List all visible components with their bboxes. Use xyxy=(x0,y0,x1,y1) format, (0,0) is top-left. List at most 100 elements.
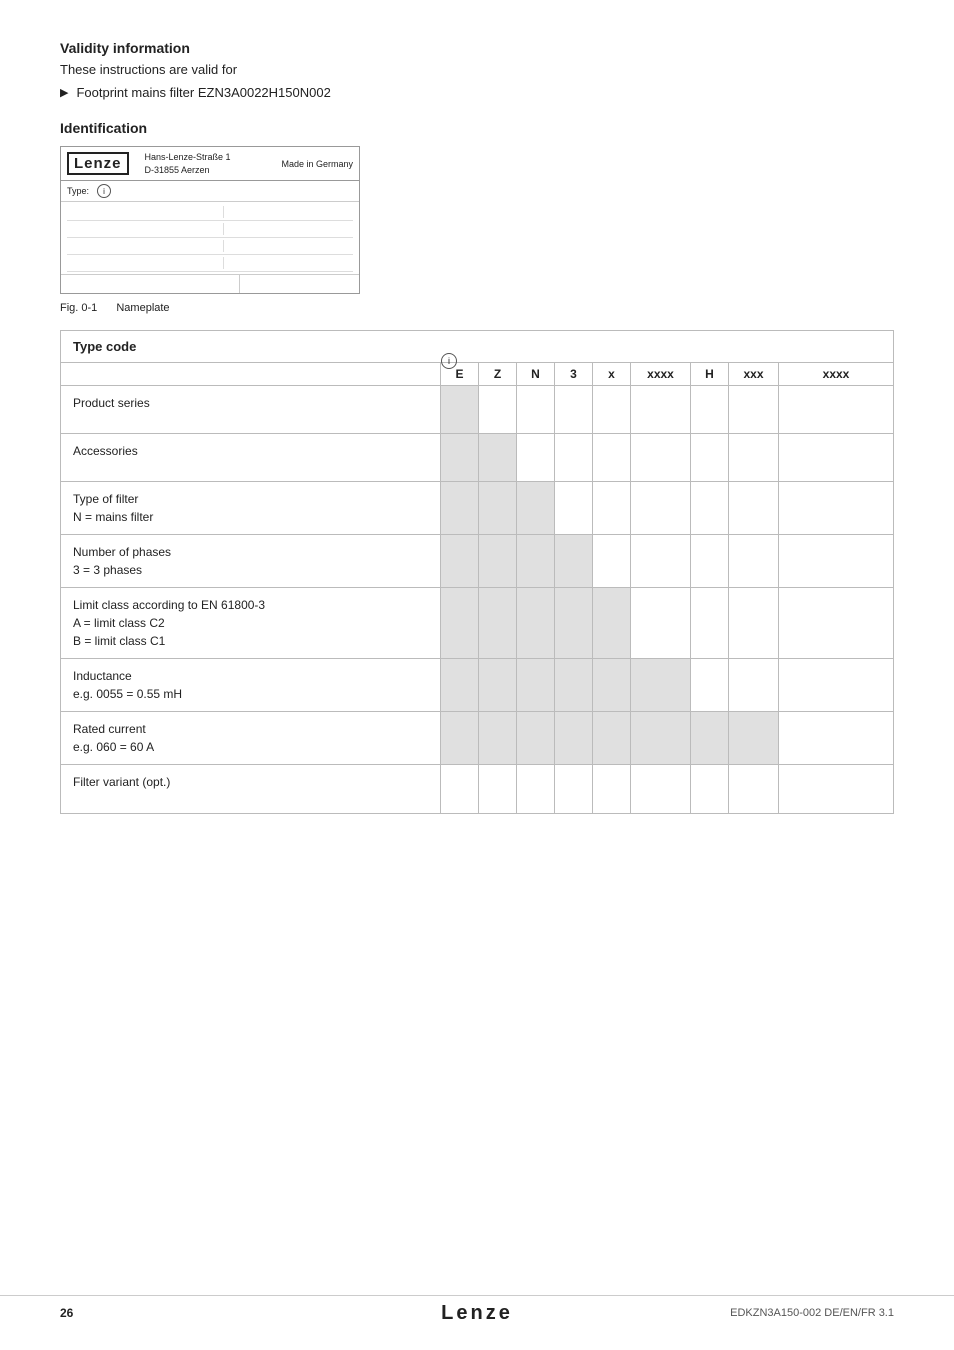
row-product-series: Product series xyxy=(61,386,893,434)
cell-xxxx2-4 xyxy=(779,535,893,587)
col-xxxx1: xxxx xyxy=(631,363,691,385)
cell-xxxx1-6 xyxy=(631,659,691,711)
row-limit-class-cells xyxy=(441,588,893,658)
cell-xxxx2-8 xyxy=(779,765,893,813)
cell-x-3 xyxy=(593,482,631,534)
row-rated-current-label: Rated currente.g. 060 = 60 A xyxy=(61,712,441,764)
nameplate-address: Hans-Lenze-Straße 1 D-31855 Aerzen xyxy=(145,151,231,176)
row-filter-variant-label: Filter variant (opt.) xyxy=(61,765,441,813)
validity-item: Footprint mains filter EZN3A0022H150N002 xyxy=(60,85,894,100)
row-product-series-cells xyxy=(441,386,893,433)
col-xxx: xxx xyxy=(729,363,779,385)
cell-z-2 xyxy=(479,434,517,481)
fig-number: Fig. 0-1 xyxy=(60,302,97,314)
cell-xxx-1 xyxy=(729,386,779,433)
cell-3-4 xyxy=(555,535,593,587)
row-limit-class: Limit class according to EN 61800-3A = l… xyxy=(61,588,893,659)
cell-xxxx2-2 xyxy=(779,434,893,481)
footer: 26 Lenze EDKZN3A150-002 DE/EN/FR 3.1 xyxy=(0,1295,954,1320)
cell-h-1 xyxy=(691,386,729,433)
cell-n-7 xyxy=(517,712,555,764)
cell-3-5 xyxy=(555,588,593,658)
cell-n-4 xyxy=(517,535,555,587)
cell-xxx-7 xyxy=(729,712,779,764)
fig-caption-text: Nameplate xyxy=(116,302,169,314)
cell-n-5 xyxy=(517,588,555,658)
cell-h-8 xyxy=(691,765,729,813)
cell-x-7 xyxy=(593,712,631,764)
row-accessories: Accessories xyxy=(61,434,893,482)
cell-h-2 xyxy=(691,434,729,481)
row-accessories-label: Accessories xyxy=(61,434,441,481)
nameplate-bottom xyxy=(61,274,359,293)
nameplate-lines xyxy=(61,202,359,274)
cell-xxxx2-6 xyxy=(779,659,893,711)
col-3: 3 xyxy=(555,363,593,385)
validity-title: Validity information xyxy=(60,40,894,56)
row-product-series-label: Product series xyxy=(61,386,441,433)
cell-z-6 xyxy=(479,659,517,711)
cell-e-6 xyxy=(441,659,479,711)
col-z: Z xyxy=(479,363,517,385)
row-accessories-cells xyxy=(441,434,893,481)
cell-3-8 xyxy=(555,765,593,813)
nameplate-line-4 xyxy=(67,255,353,272)
identification-title: Identification xyxy=(60,120,894,136)
row-num-phases: Number of phases3 = 3 phases xyxy=(61,535,893,588)
row-limit-class-label: Limit class according to EN 61800-3A = l… xyxy=(61,588,441,658)
cell-e-2 xyxy=(441,434,479,481)
cell-x-1 xyxy=(593,386,631,433)
cell-e-4 xyxy=(441,535,479,587)
nameplate-made-in: Made in Germany xyxy=(281,159,353,169)
row-inductance-label: Inductancee.g. 0055 = 0.55 mH xyxy=(61,659,441,711)
cell-3-2 xyxy=(555,434,593,481)
cell-z-8 xyxy=(479,765,517,813)
cell-n-1 xyxy=(517,386,555,433)
cell-z-3 xyxy=(479,482,517,534)
typecode-title: Type code xyxy=(61,331,441,362)
col-x: x xyxy=(593,363,631,385)
row-inductance: Inductancee.g. 0055 = 0.55 mH xyxy=(61,659,893,712)
cell-h-5 xyxy=(691,588,729,658)
cell-e-8 xyxy=(441,765,479,813)
typecode-header-row: Type code i xyxy=(61,331,893,363)
type-label: Type: xyxy=(67,186,89,196)
cell-e-3 xyxy=(441,482,479,534)
col-h: H xyxy=(691,363,729,385)
cell-e-7 xyxy=(441,712,479,764)
cell-xxxx1-5 xyxy=(631,588,691,658)
cell-3-1 xyxy=(555,386,593,433)
cell-3-3 xyxy=(555,482,593,534)
col-n: N xyxy=(517,363,555,385)
cell-xxx-5 xyxy=(729,588,779,658)
nameplate-line-2 xyxy=(67,221,353,238)
cell-x-4 xyxy=(593,535,631,587)
cell-x-8 xyxy=(593,765,631,813)
nameplate-type-row: Type: i xyxy=(61,181,359,202)
row-filter-variant-cells xyxy=(441,765,893,813)
row-inductance-cells xyxy=(441,659,893,711)
cell-h-4 xyxy=(691,535,729,587)
cell-xxxx2-5 xyxy=(779,588,893,658)
row-type-filter-cells xyxy=(441,482,893,534)
footer-doc-ref: EDKZN3A150-002 DE/EN/FR 3.1 xyxy=(730,1307,894,1319)
cell-h-6 xyxy=(691,659,729,711)
nameplate-header: Lenze Hans-Lenze-Straße 1 D-31855 Aerzen… xyxy=(61,147,359,181)
footer-page-number: 26 xyxy=(60,1306,73,1320)
cell-h-3 xyxy=(691,482,729,534)
cell-n-3 xyxy=(517,482,555,534)
typecode-circle-icon: i xyxy=(441,353,457,369)
nameplate-box: Lenze Hans-Lenze-Straße 1 D-31855 Aerzen… xyxy=(60,146,360,294)
fig-caption: Fig. 0-1 Nameplate xyxy=(60,302,894,314)
nameplate-circle-icon: i xyxy=(97,184,111,198)
cell-xxxx2-1 xyxy=(779,386,893,433)
cell-h-7 xyxy=(691,712,729,764)
row-rated-current-cells xyxy=(441,712,893,764)
typecode-section: Type code i E Z N 3 x xxxx H xxx xxxx Pr… xyxy=(60,330,894,814)
cell-xxxx1-4 xyxy=(631,535,691,587)
footer-logo: Lenze xyxy=(441,1302,513,1325)
cell-x-5 xyxy=(593,588,631,658)
cell-xxx-6 xyxy=(729,659,779,711)
cell-xxx-2 xyxy=(729,434,779,481)
cell-x-6 xyxy=(593,659,631,711)
